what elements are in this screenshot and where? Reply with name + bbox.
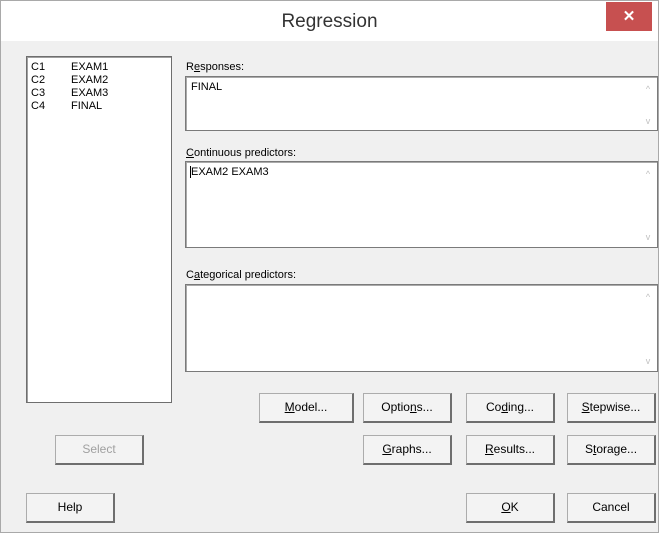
button-accelerator: R	[484, 442, 494, 456]
button-text: s...	[416, 400, 433, 414]
column-id: C4	[31, 100, 46, 112]
button-accelerator: S	[581, 400, 590, 414]
continuous-predictors-label: Continuous predictors:	[186, 147, 296, 159]
scroll-up-icon[interactable]: ^	[643, 293, 653, 302]
regression-dialog: Regression ✕ C1 EXAM1 C2 EXAM2 C3 EXAM3 …	[0, 0, 659, 533]
label-text: C	[186, 269, 194, 281]
button-text: odel...	[294, 400, 328, 414]
responses-value: FINAL	[191, 81, 223, 93]
continuous-predictors-field[interactable]: EXAM2 EXAM3 ^ v	[185, 161, 658, 248]
model-button[interactable]: Model...	[259, 393, 354, 423]
categorical-predictors-field[interactable]: ^ v	[185, 284, 658, 372]
column-id: C1	[31, 61, 46, 73]
button-text: esults...	[493, 442, 536, 456]
button-text: raphs...	[391, 442, 432, 456]
column-name: EXAM1	[71, 61, 109, 73]
label-text: sponses:	[200, 61, 245, 73]
title-bar[interactable]: Regression ✕	[1, 1, 658, 41]
label-text: R	[186, 61, 194, 73]
responses-field[interactable]: FINAL ^ v	[185, 76, 658, 131]
scroll-down-icon[interactable]: v	[643, 357, 653, 366]
button-accelerator: d	[501, 400, 508, 414]
column-name: FINAL	[71, 100, 103, 112]
categorical-predictors-label: Categorical predictors:	[186, 269, 296, 281]
scroll-down-icon[interactable]: v	[643, 117, 653, 126]
button-text: tepwise...	[589, 400, 641, 414]
button-accelerator: O	[501, 500, 511, 514]
column-name: EXAM2	[71, 74, 109, 86]
scroll-down-icon[interactable]: v	[643, 233, 653, 242]
cancel-button[interactable]: Cancel	[567, 493, 656, 523]
graphs-button[interactable]: Graphs...	[363, 435, 452, 465]
column-name: EXAM3	[71, 87, 109, 99]
button-text: orage...	[596, 442, 638, 456]
coding-button[interactable]: Coding...	[466, 393, 555, 423]
label-text: ontinuous predictors:	[193, 147, 297, 159]
close-icon: ✕	[622, 8, 636, 25]
button-text: S	[584, 442, 593, 456]
help-button[interactable]: Help	[26, 493, 115, 523]
scroll-up-icon[interactable]: ^	[643, 170, 653, 179]
continuous-predictors-value: EXAM2 EXAM3	[191, 166, 269, 178]
button-accelerator: M	[284, 400, 295, 414]
responses-label: Responses:	[186, 61, 244, 73]
button-text: ing...	[508, 400, 535, 414]
label-text: tegorical predictors:	[200, 269, 297, 281]
button-text: Co	[485, 400, 502, 414]
dialog-title: Regression	[281, 11, 378, 32]
column-id: C2	[31, 74, 46, 86]
scroll-up-icon[interactable]: ^	[643, 85, 653, 94]
label-accelerator: C	[186, 147, 194, 159]
storage-button[interactable]: Storage...	[567, 435, 656, 465]
button-text: Optio	[381, 400, 410, 414]
options-button[interactable]: Options...	[363, 393, 452, 423]
button-accelerator: n	[409, 400, 417, 414]
column-id: C3	[31, 87, 46, 99]
results-button[interactable]: Results...	[466, 435, 555, 465]
stepwise-button[interactable]: Stepwise...	[567, 393, 656, 423]
close-button[interactable]: ✕	[606, 2, 652, 31]
button-accelerator: G	[382, 442, 392, 456]
select-button[interactable]: Select	[55, 435, 144, 465]
variable-list[interactable]: C1 EXAM1 C2 EXAM2 C3 EXAM3 C4 FINAL	[26, 56, 172, 403]
button-text: K	[510, 500, 519, 514]
ok-button[interactable]: OK	[466, 493, 555, 523]
